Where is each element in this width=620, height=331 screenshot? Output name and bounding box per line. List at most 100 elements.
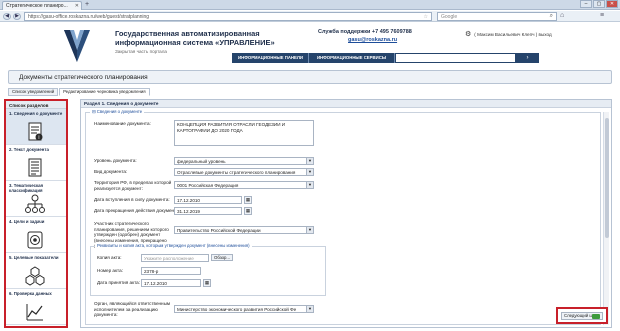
chevron-down-icon: ▼ (306, 169, 313, 175)
calendar-icon[interactable]: ▦ (244, 196, 252, 204)
copy-act-label: Копия акта: (97, 255, 122, 260)
site-search-input[interactable] (395, 53, 516, 63)
browser-tab[interactable]: Стратегическое планиро... ✕ (2, 1, 82, 10)
territory-label: Территория РФ, в пределах которой реализ… (94, 180, 172, 191)
act-number-label: Номер акта: (97, 268, 123, 273)
new-tab-button[interactable]: + (85, 1, 89, 9)
next-step-button[interactable]: Следующий шаг (561, 312, 603, 320)
name-label: Наименование документа: (94, 121, 151, 126)
section-label: 6. Проверка данных (9, 291, 52, 296)
content-panel: Раздел 1. Сведения о документе ⊟ Сведени… (80, 99, 612, 328)
section-item-document-info[interactable]: 1. Сведения о документе i (6, 109, 66, 145)
section-item-classification[interactable]: 3. Тематическая классификация (6, 181, 66, 217)
bookmark-star-icon[interactable]: ☆ (424, 14, 428, 20)
section-label: 4. Цели и задачи (9, 219, 45, 224)
scrollbar-thumb[interactable] (605, 118, 609, 238)
section-label: 2. Текст документа (9, 147, 49, 152)
support-email-link[interactable]: gasu@roskazna.ru (348, 37, 397, 43)
close-window-button[interactable]: ✕ (606, 0, 618, 8)
section-heading: Раздел 1. Сведения о документе (81, 100, 611, 108)
organ-label: Орган, являющийся ответственным исполнит… (94, 301, 171, 317)
kind-label: Вид документа: (94, 169, 128, 174)
gasu-logo[interactable] (62, 26, 92, 66)
close-tab-icon[interactable]: ✕ (75, 3, 79, 9)
participant-select[interactable]: Правительство Российской Федерации ▼ (174, 226, 314, 234)
act-number-input[interactable]: 2378-р (141, 267, 201, 275)
home-icon[interactable]: ⌂ (560, 12, 564, 19)
section-item-data-check[interactable]: 6. Проверка данных (6, 289, 66, 325)
chevron-down-icon: ▼ (306, 306, 313, 312)
section-label: 1. Сведения о документе (9, 111, 63, 116)
site-header: Государственная автоматизированная инфор… (0, 23, 620, 70)
document-text-icon (24, 158, 46, 178)
kind-select[interactable]: Отраслевые документы стратегического пла… (174, 168, 314, 176)
back-icon[interactable]: ◀ (3, 13, 11, 20)
browser-navbar: ◀ ▶ https://gasu-office.roskazna.ru/web/… (0, 11, 620, 22)
document-info-icon: i (24, 122, 46, 142)
act-details-legend: Реквизиты и копия акта, которым утвержде… (95, 243, 252, 248)
start-date-label: Дата вступления в силу документа: (94, 197, 170, 202)
main-menu: ИНФОРМАЦИОННЫЕ ПАНЕЛИ ИНФОРМАЦИОННЫЕ СЕР… (232, 53, 539, 63)
user-area: ⚙ ( Максим Васильевич Клепч ) выход (465, 30, 552, 38)
browser-search-placeholder: Google (441, 14, 458, 20)
page-title: Документы стратегического планирования (19, 74, 148, 81)
user-logout-link[interactable]: ( Максим Васильевич Клепч ) выход (474, 32, 551, 37)
browse-button[interactable]: Обзор... (211, 254, 233, 261)
search-icon[interactable]: ⌕ (550, 13, 553, 19)
forward-icon[interactable]: ▶ (13, 13, 21, 20)
document-name-field[interactable]: КОНЦЕПЦИЯ РАЗВИТИЯ ОТРАСЛИ ГЕОДЕЗИИ И КА… (174, 120, 314, 146)
browser-tab-title: Стратегическое планиро... (6, 3, 68, 9)
end-date-label: Дата прекращения действия документа: (94, 208, 180, 213)
site-search-button[interactable]: › (516, 53, 539, 63)
territory-select[interactable]: 0001 Российская Федерация ▼ (174, 181, 314, 189)
page-title-bar: Документы стратегического планирования (8, 70, 612, 84)
browser-tabbar: Стратегическое планиро... ✕ + – ▢ ✕ (0, 0, 620, 10)
fieldset-legend[interactable]: ⊟ Сведения о документе (90, 109, 145, 115)
menu-info-panels[interactable]: ИНФОРМАЦИОННЫЕ ПАНЕЛИ (232, 53, 309, 63)
calendar-icon[interactable]: ▦ (244, 207, 252, 215)
act-file-input[interactable]: Укажите расположение (141, 254, 209, 262)
level-label: Уровень документа: (94, 158, 137, 163)
level-select[interactable]: федеральный уровень ▼ (174, 157, 314, 165)
act-date-input[interactable]: 17.12.2010 (141, 279, 201, 287)
organ-select[interactable]: Министерство экономического развития Рос… (174, 305, 314, 313)
support-phone: Служба поддержки +7 495 7609788 (318, 29, 412, 35)
site-title: Государственная автоматизированная инфор… (115, 29, 275, 47)
chevron-down-icon: ▼ (306, 227, 313, 233)
section-item-goals[interactable]: 4. Цели и задачи (6, 217, 66, 253)
tab-edit-draft[interactable]: Редактирование черновика уведомления (59, 88, 150, 96)
act-date-label: Дата принятия акта: (97, 280, 141, 285)
section-label: 3. Тематическая классификация (9, 183, 44, 193)
minimize-button[interactable]: – (580, 0, 592, 8)
section-item-document-text[interactable]: 2. Текст документа (6, 145, 66, 181)
calendar-icon[interactable]: ▦ (203, 279, 211, 287)
menu-info-services[interactable]: ИНФОРМАЦИОННЫЕ СЕРВИСЫ (309, 53, 395, 63)
document-info-fieldset: ⊟ Сведения о документе Наименование доку… (85, 109, 601, 325)
url-text: https://gasu-office.roskazna.ru/web/gues… (28, 14, 150, 20)
tab-notifications-list[interactable]: Список уведомлений (8, 88, 59, 96)
section-item-indicators[interactable]: 5. Целевые показатели (6, 253, 66, 289)
act-details-fieldset: Реквизиты и копия акта, которым утвержде… (90, 243, 326, 296)
chevron-down-icon: ▼ (306, 182, 313, 188)
section-label: 5. Целевые показатели (9, 255, 59, 260)
document-tabs: Список уведомлений Редактирование чернов… (8, 88, 150, 96)
classification-tree-icon (24, 194, 46, 214)
svg-text:i: i (38, 135, 39, 141)
content-scrollbar[interactable] (603, 112, 609, 325)
address-bar[interactable]: https://gasu-office.roskazna.ru/web/gues… (24, 12, 432, 21)
end-date-input[interactable]: 31.12.2019 (174, 207, 242, 215)
check-chart-icon (24, 302, 46, 322)
window-controls: – ▢ ✕ (580, 0, 618, 8)
hexagons-icon (24, 266, 46, 286)
maximize-button[interactable]: ▢ (593, 0, 605, 8)
sections-list: Список разделов 1. Сведения о документе … (4, 99, 68, 328)
browser-search-input[interactable]: Google ⌕ (437, 12, 557, 21)
site-subtitle: Закрытая часть портала (115, 49, 167, 54)
next-step-highlight: Следующий шаг (556, 307, 608, 324)
browser-menu-icon[interactable]: ≡ (600, 12, 604, 19)
arrow-right-icon (592, 314, 600, 319)
target-icon (24, 230, 46, 250)
sections-list-title: Список разделов (6, 101, 66, 109)
start-date-input[interactable]: 17.12.2010 (174, 196, 242, 204)
gear-icon[interactable]: ⚙ (465, 30, 471, 38)
